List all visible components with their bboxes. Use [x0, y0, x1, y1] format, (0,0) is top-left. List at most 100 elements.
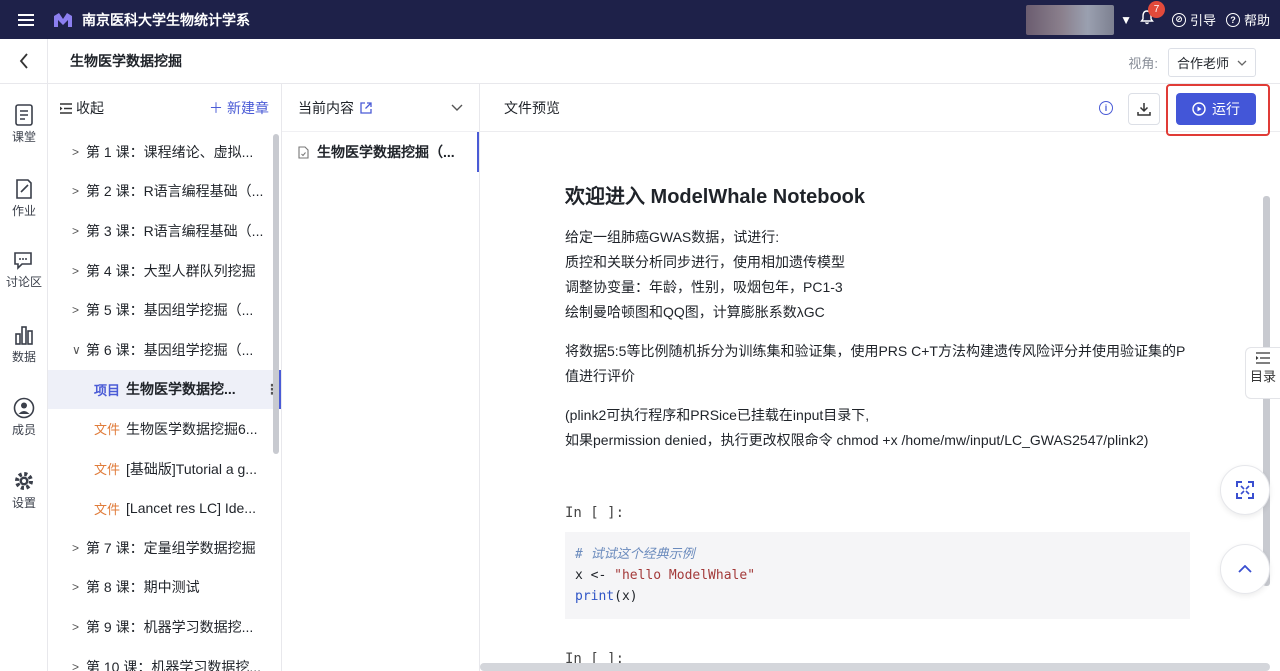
view-label: 视角: — [1128, 56, 1158, 71]
file-preview-panel: 文件预览 i 运行 欢迎进入 ModelWhale Notebook 给定一组肺… — [480, 84, 1280, 671]
chapter-item[interactable]: > 第 4 课：大型人群队列挖掘 — [48, 251, 281, 291]
rail-label: 课堂 — [11, 130, 36, 144]
download-button[interactable] — [1128, 93, 1160, 125]
side-rail: 课堂 作业 讨论区 数据 成员 设置 — [0, 84, 48, 671]
view-select[interactable]: 合作老师 — [1167, 48, 1256, 77]
chevron-down-icon[interactable] — [451, 104, 463, 111]
notification-bell[interactable]: 7 — [1140, 1, 1165, 29]
chapter-panel: 收起 ＋ 新建章 > 第 1 课：课程绪论、虚拟... > 第 2 课：R语言编程基… — [48, 84, 282, 671]
chevron-left-icon — [19, 53, 28, 69]
modelwhale-logo-icon — [54, 12, 72, 27]
chapter-item-expanded[interactable]: ∨ 第 6 课：基因组学挖掘（... — [48, 330, 281, 370]
collapse-button[interactable]: 收起 — [60, 98, 104, 118]
chevron-right-icon: > — [72, 144, 80, 159]
chapter-scrollbar[interactable] — [273, 134, 279, 454]
run-button[interactable]: 运行 — [1176, 93, 1256, 125]
toc-button[interactable]: 目录 — [1245, 347, 1280, 399]
rail-label: 成员 — [11, 423, 36, 437]
help-link[interactable]: ? 帮助 — [1225, 10, 1270, 29]
chapter-item[interactable]: > 第 8 课：期中测试 — [48, 568, 281, 608]
chevron-right-icon: > — [72, 659, 80, 671]
external-link-icon[interactable] — [360, 101, 372, 114]
paragraph-line: 调整协变量：年龄，性别，吸烟包年，PC1-3 — [565, 279, 843, 295]
cell-prompt: In [ ]: — [565, 651, 625, 663]
run-label: 运行 — [1212, 101, 1240, 117]
preview-horizontal-scrollbar[interactable] — [480, 663, 1270, 671]
course-header: 生物医学数据挖掘 视角: 合作老师 — [0, 38, 1280, 84]
notification-badge: 7 — [1147, 1, 1165, 18]
plus-icon: ＋ — [209, 100, 223, 116]
expand-icon — [1236, 481, 1254, 499]
chapter-subitem[interactable]: 文件 生物医学数据挖掘6... — [48, 409, 281, 449]
rail-item-members[interactable]: 成员 — [0, 397, 48, 438]
paragraph-line: 质控和关联分析同步进行，使用相加遗传模型 — [565, 254, 845, 270]
new-chapter-label: 新建章 — [227, 100, 269, 116]
code-comment: # 试试这个经典示例 — [575, 547, 695, 562]
guide-label: 引导 — [1189, 13, 1216, 28]
toc-label: 目录 — [1249, 369, 1276, 384]
chapter-item[interactable]: > 第 9 课：机器学习数据挖... — [48, 607, 281, 647]
rail-item-discussion[interactable]: 讨论区 — [0, 251, 48, 290]
help-label: 帮助 — [1243, 13, 1270, 28]
chevron-down-icon: ∨ — [72, 342, 81, 357]
chevron-right-icon: > — [72, 619, 80, 634]
scroll-top-button[interactable] — [1220, 544, 1270, 594]
settings-icon — [15, 472, 33, 490]
fullscreen-button[interactable] — [1220, 465, 1270, 515]
compass-icon: ⊘ — [1171, 12, 1186, 27]
rail-item-settings[interactable]: 设置 — [0, 470, 48, 511]
notebook-heading: 欢迎进入 ModelWhale Notebook — [565, 186, 865, 208]
chevron-down-icon[interactable]: ▼ — [1120, 13, 1132, 27]
user-avatar[interactable] — [1026, 4, 1115, 35]
view-select-value: 合作老师 — [1176, 56, 1229, 71]
discussion-icon — [14, 252, 32, 270]
chapter-subitem-active[interactable]: 项目 生物医学数据挖... ⋮ — [48, 369, 281, 410]
current-content-panel: 当前内容 生物医学数据挖掘（... — [282, 84, 480, 671]
current-item-label: 生物医学数据挖掘（... — [317, 144, 455, 160]
code-cell[interactable]: # 试试这个经典示例 x <- "hello ModelWhale" print… — [565, 532, 1190, 619]
help-icon: ? — [1225, 12, 1240, 27]
rail-item-homework[interactable]: 作业 — [0, 178, 48, 219]
chevron-right-icon: > — [72, 223, 80, 238]
collapse-icon — [60, 102, 72, 114]
paragraph-line: (plink2可执行程序和PRSice已挂载在input目录下, — [565, 407, 870, 423]
chevron-down-icon — [1237, 60, 1247, 66]
chapter-item[interactable]: > 第 5 课：基因组学挖掘（... — [48, 290, 281, 330]
guide-link[interactable]: ⊘ 引导 — [1171, 10, 1216, 29]
homework-icon — [16, 179, 32, 199]
file-tag: 文件 — [94, 462, 121, 478]
back-button[interactable] — [0, 38, 48, 84]
top-navigation-bar: 南京医科大学生物统计学系 ▼ 7 ⊘ 引导 ? 帮助 — [0, 0, 1280, 39]
hamburger-menu-icon[interactable] — [0, 0, 52, 39]
chapter-subitem[interactable]: 文件 [基础版]Tutorial a g... — [48, 449, 281, 489]
paragraph-line: 绘制曼哈顿图和QQ图，计算膨胀系数λGC — [565, 304, 825, 320]
chapter-subitem[interactable]: 文件 [Lancet res LC] Ide... — [48, 488, 281, 528]
chapter-item[interactable]: > 第 7 课：定量组学数据挖掘 — [48, 528, 281, 568]
rail-label: 数据 — [11, 350, 36, 364]
rail-item-data[interactable]: 数据 — [0, 324, 48, 365]
org-name: 南京医科大学生物统计学系 — [82, 11, 250, 28]
current-content-label: 当前内容 — [298, 99, 354, 116]
new-chapter-button[interactable]: ＋ 新建章 — [209, 98, 269, 118]
chapter-item[interactable]: > 第 1 课：课程绪论、虚拟... — [48, 132, 281, 172]
code-function: print — [575, 589, 615, 604]
info-icon[interactable]: i — [1099, 101, 1113, 115]
chapter-item[interactable]: > 第 10 课：机器学习数据挖... — [48, 647, 281, 671]
play-circle-icon — [1192, 102, 1206, 116]
file-tag: 文件 — [94, 501, 121, 517]
rail-item-classroom[interactable]: 课堂 — [0, 104, 48, 145]
file-tag: 文件 — [94, 422, 121, 438]
chapter-item[interactable]: > 第 2 课：R语言编程基础（... — [48, 172, 281, 212]
chapter-item[interactable]: > 第 3 课：R语言编程基础（... — [48, 211, 281, 251]
paragraph: 将数据5:5等比例随机拆分为训练集和验证集，使用PRS C+T方法构建遗传风险评… — [565, 343, 1186, 384]
chevron-right-icon: > — [72, 540, 80, 555]
toc-icon — [1256, 352, 1270, 364]
rail-label: 设置 — [11, 496, 36, 510]
cell-prompt: In [ ]: — [565, 505, 625, 521]
code-text: (x) — [614, 589, 638, 604]
course-title: 生物医学数据挖掘 — [70, 53, 182, 69]
org-logo[interactable]: 南京医科大学生物统计学系 — [52, 10, 250, 30]
download-icon — [1137, 103, 1151, 116]
notebook-preview: 欢迎进入 ModelWhale Notebook 给定一组肺癌GWAS数据，试进… — [480, 133, 1270, 663]
current-content-item[interactable]: 生物医学数据挖掘（... — [282, 132, 479, 172]
